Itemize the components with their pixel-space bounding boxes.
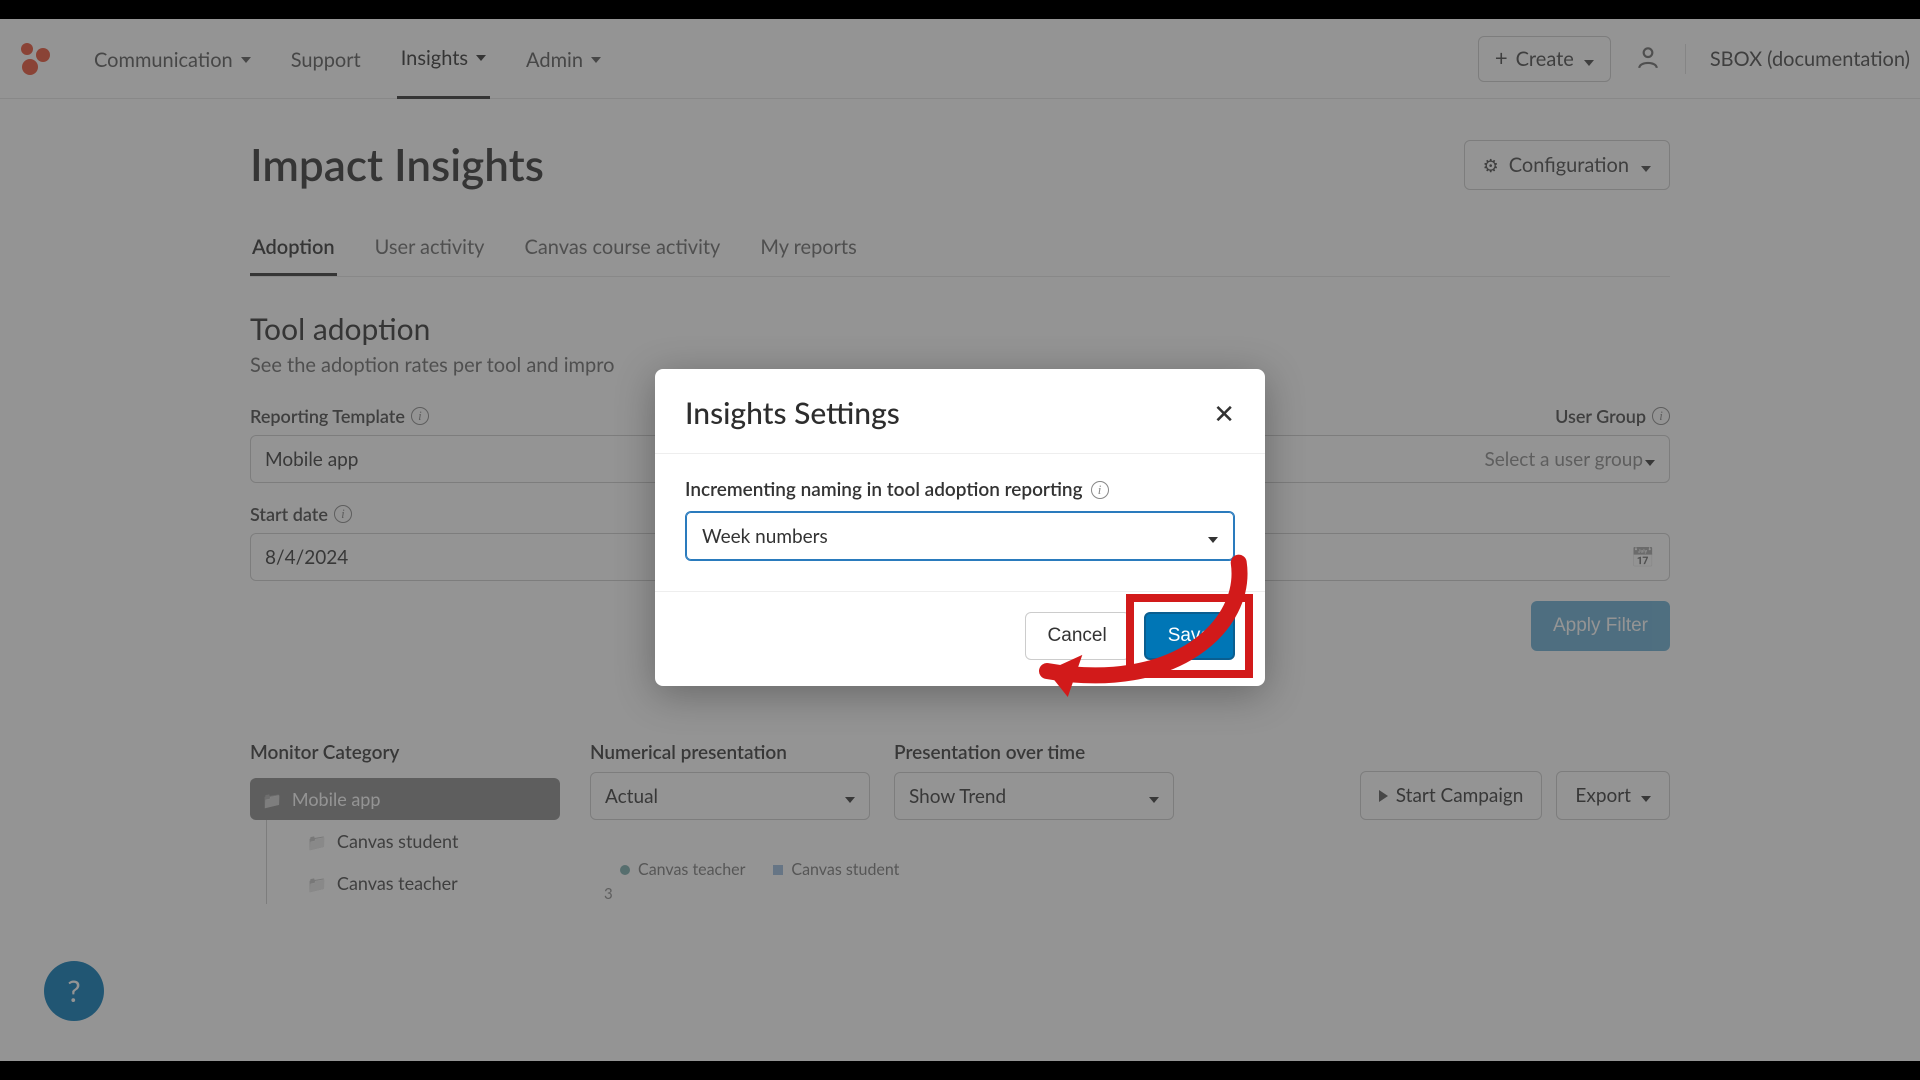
modal-field-label: Incrementing naming in tool adoption rep…	[685, 478, 1083, 501]
modal-footer: Cancel Save	[655, 591, 1265, 686]
save-button[interactable]: Save	[1144, 612, 1235, 660]
close-icon[interactable]: ✕	[1213, 400, 1235, 426]
modal-header: Insights Settings ✕	[655, 369, 1265, 454]
modal-title: Insights Settings	[685, 395, 900, 431]
chevron-down-icon	[1206, 525, 1218, 548]
info-icon[interactable]	[1091, 481, 1109, 499]
cancel-button[interactable]: Cancel	[1025, 612, 1130, 660]
incrementing-naming-select[interactable]: Week numbers	[685, 511, 1235, 561]
save-button-highlight: Save	[1126, 594, 1253, 678]
select-value: Week numbers	[702, 525, 828, 548]
insights-settings-modal: Insights Settings ✕ Incrementing naming …	[655, 369, 1265, 686]
modal-body: Incrementing naming in tool adoption rep…	[655, 454, 1265, 591]
